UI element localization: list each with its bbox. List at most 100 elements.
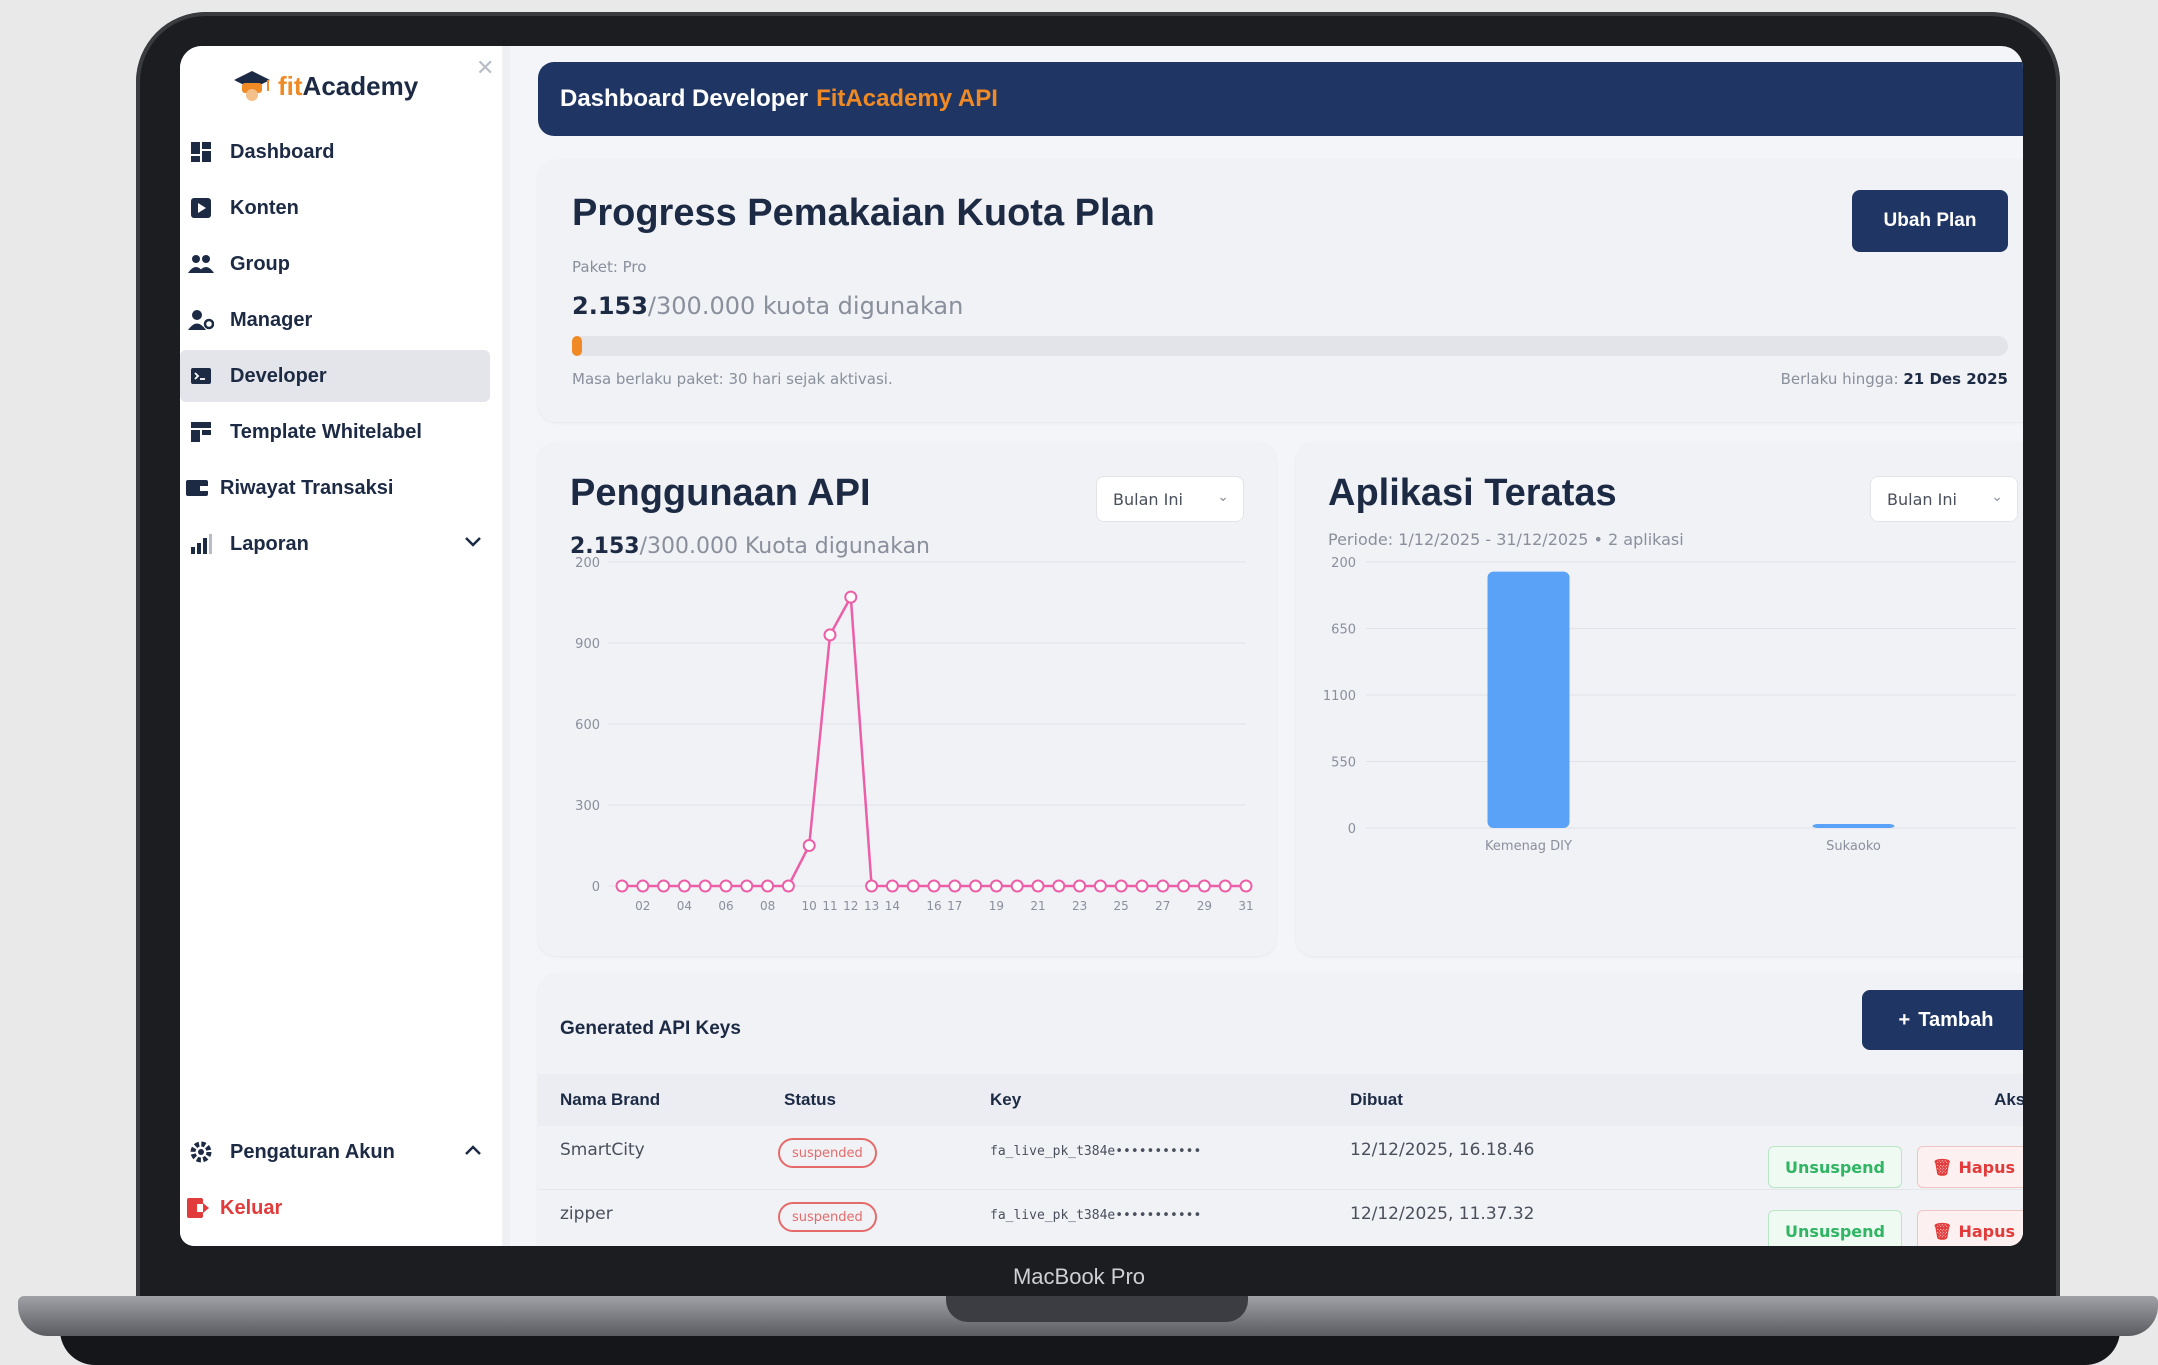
trash-icon: 🗑 <box>1932 1221 1953 1241</box>
data-point <box>1114 879 1128 893</box>
account-section: Pengaturan Akun Keluar <box>180 1126 490 1238</box>
x-tick-label: 21 <box>1030 899 1045 913</box>
y-tick-label: 550 <box>1331 756 1356 771</box>
sidebar-item-laporan[interactable]: Laporan <box>180 518 490 570</box>
plan-label: Paket: Pro <box>572 258 647 276</box>
logout-button[interactable]: Keluar <box>180 1182 490 1234</box>
y-tick-label: 650 <box>1331 623 1356 638</box>
sidebar-item-template-whitelabel[interactable]: Template Whitelabel <box>180 406 490 458</box>
gear-icon <box>188 1139 214 1165</box>
data-point <box>948 879 962 893</box>
x-tick-label: 11 <box>822 899 837 913</box>
y-tick-label: 0 <box>592 880 600 895</box>
data-point <box>698 879 712 893</box>
x-tick-label: 16 <box>926 899 941 913</box>
data-point <box>636 879 650 893</box>
data-point <box>906 879 920 893</box>
manager-icon <box>188 307 214 333</box>
data-point <box>1239 879 1253 893</box>
sidebar: fitAcademy ✕ Dashboard Konten Group Mana… <box>180 46 510 1246</box>
chevron-up-icon[interactable] <box>464 1140 482 1161</box>
sidebar-item-label: Dashboard <box>230 140 335 163</box>
y-tick-label: 0 <box>1348 822 1356 837</box>
brand-cell: zipper <box>560 1204 613 1224</box>
x-tick-label: 13 <box>864 899 879 913</box>
brand-cell: SmartCity <box>560 1140 645 1160</box>
data-point <box>1197 879 1211 893</box>
key-cell[interactable]: fa_live_pk_t384e••••••••••• <box>990 1208 1201 1223</box>
data-point <box>844 590 858 604</box>
bar <box>1487 571 1570 828</box>
created-cell: 12/12/2025, 16.18.46 <box>1350 1140 1535 1160</box>
page-header: Dashboard Developer FitAcademy API <box>538 62 2023 136</box>
data-point <box>1218 879 1232 893</box>
data-point <box>1135 879 1149 893</box>
sidebar-item-label: Laporan <box>230 532 309 555</box>
terminal-icon <box>188 363 214 389</box>
template-icon <box>188 419 214 445</box>
add-key-button[interactable]: + Tambah <box>1862 990 2023 1050</box>
delete-label: Hapus <box>1958 1221 2015 1241</box>
y-tick-label: 1100 <box>1323 689 1356 704</box>
laptop-stage: MacBook Pro fitAcademy ✕ Dashboard Konte… <box>0 0 2158 1365</box>
top-apps-card: Aplikasi Teratas Periode: 1/12/2025 - 31… <box>1296 442 2023 956</box>
x-tick-label: 29 <box>1197 899 1212 913</box>
column-header: Aksi <box>1994 1090 2023 1109</box>
sidebar-item-label: Pengaturan Akun <box>230 1140 395 1163</box>
sidebar-item-konten[interactable]: Konten <box>180 182 490 234</box>
sidebar-item-label: Developer <box>230 364 327 387</box>
column-header: Nama Brand <box>560 1090 661 1109</box>
graduation-cap-icon <box>234 71 270 101</box>
y-tick-label: 200 <box>1331 556 1356 571</box>
data-point <box>802 839 816 852</box>
column-header: Dibuat <box>1350 1090 1403 1109</box>
data-point <box>740 879 754 893</box>
x-tick-label: 10 <box>802 899 817 913</box>
brand-logo[interactable]: fitAcademy <box>232 62 418 110</box>
data-point <box>989 879 1003 893</box>
sidebar-item-pengaturan-akun[interactable]: Pengaturan Akun <box>180 1126 490 1178</box>
unsuspend-button[interactable]: Unsuspend <box>1768 1146 1902 1188</box>
brand-name: fitAcademy <box>278 70 419 101</box>
column-header: Key <box>990 1090 1022 1109</box>
delete-button[interactable]: 🗑 Hapus <box>1917 1146 2023 1188</box>
chevron-down-icon[interactable] <box>464 532 482 553</box>
sidebar-item-dashboard[interactable]: Dashboard <box>180 126 490 178</box>
quota-card: Progress Pemakaian Kuota Plan Paket: Pro… <box>538 160 2023 422</box>
x-tick-label: 25 <box>1114 899 1129 913</box>
series-line <box>622 592 1246 888</box>
plus-icon: + <box>1898 1008 1911 1031</box>
x-tick-label: 04 <box>677 899 692 913</box>
x-tick-label: 02 <box>635 899 650 913</box>
data-point <box>1093 879 1107 893</box>
api-keys-title: Generated API Keys <box>560 1018 741 1039</box>
data-point <box>969 879 983 893</box>
data-point <box>1031 879 1045 893</box>
logout-icon <box>184 1195 210 1221</box>
data-point <box>1156 879 1170 893</box>
valid-until: Berlaku hingga: 21 Des 2025 <box>1780 370 2008 388</box>
sidebar-item-riwayat-transaksi[interactable]: Riwayat Transaksi <box>180 462 490 514</box>
created-cell: 12/12/2025, 11.37.32 <box>1350 1204 1535 1224</box>
x-tick-label: 12 <box>843 899 858 913</box>
quota-title: Progress Pemakaian Kuota Plan <box>572 192 1155 234</box>
close-sidebar-icon[interactable]: ✕ <box>476 56 494 81</box>
sidebar-item-manager[interactable]: Manager <box>180 294 490 346</box>
app-screen: fitAcademy ✕ Dashboard Konten Group Mana… <box>180 46 2023 1246</box>
unsuspend-button[interactable]: Unsuspend <box>1768 1210 1902 1246</box>
trash-icon: 🗑 <box>1932 1157 1953 1177</box>
table-row: SmartCity suspended fa_live_pk_t384e••••… <box>538 1126 2023 1190</box>
key-cell[interactable]: fa_live_pk_t384e••••••••••• <box>990 1144 1201 1159</box>
logout-label: Keluar <box>220 1196 283 1219</box>
x-tick-label: 14 <box>885 899 900 913</box>
delete-button[interactable]: 🗑 Hapus <box>1917 1210 2023 1246</box>
x-tick-label: 23 <box>1072 899 1087 913</box>
data-point <box>781 879 795 893</box>
change-plan-button[interactable]: Ubah Plan <box>1852 190 2008 252</box>
sidebar-item-group[interactable]: Group <box>180 238 490 290</box>
sidebar-item-developer[interactable]: Developer <box>180 350 490 402</box>
x-tick-label: 27 <box>1155 899 1170 913</box>
api-usage-line-chart: 0 300 600 900 200 02 04 06 08 10 11 12 13 14 16 17 19 21 2… <box>575 556 1253 913</box>
data-point <box>885 879 899 893</box>
data-point <box>927 879 941 893</box>
